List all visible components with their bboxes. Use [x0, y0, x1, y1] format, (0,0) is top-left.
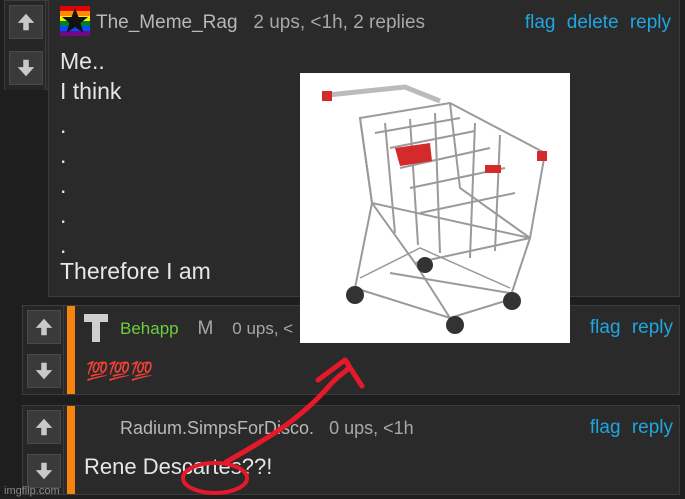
watermark: imgflip.com	[4, 485, 60, 497]
red-annotation-arrow	[181, 357, 365, 495]
